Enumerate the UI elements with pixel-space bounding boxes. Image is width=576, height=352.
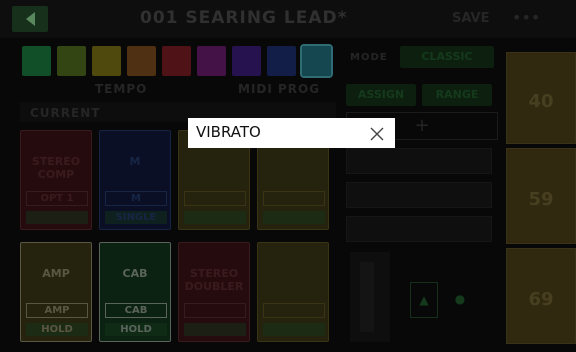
block-popup: VIBRATO	[188, 118, 395, 148]
modal-overlay[interactable]	[0, 0, 576, 352]
close-icon[interactable]	[369, 126, 385, 142]
popup-title: VIBRATO	[196, 123, 261, 141]
